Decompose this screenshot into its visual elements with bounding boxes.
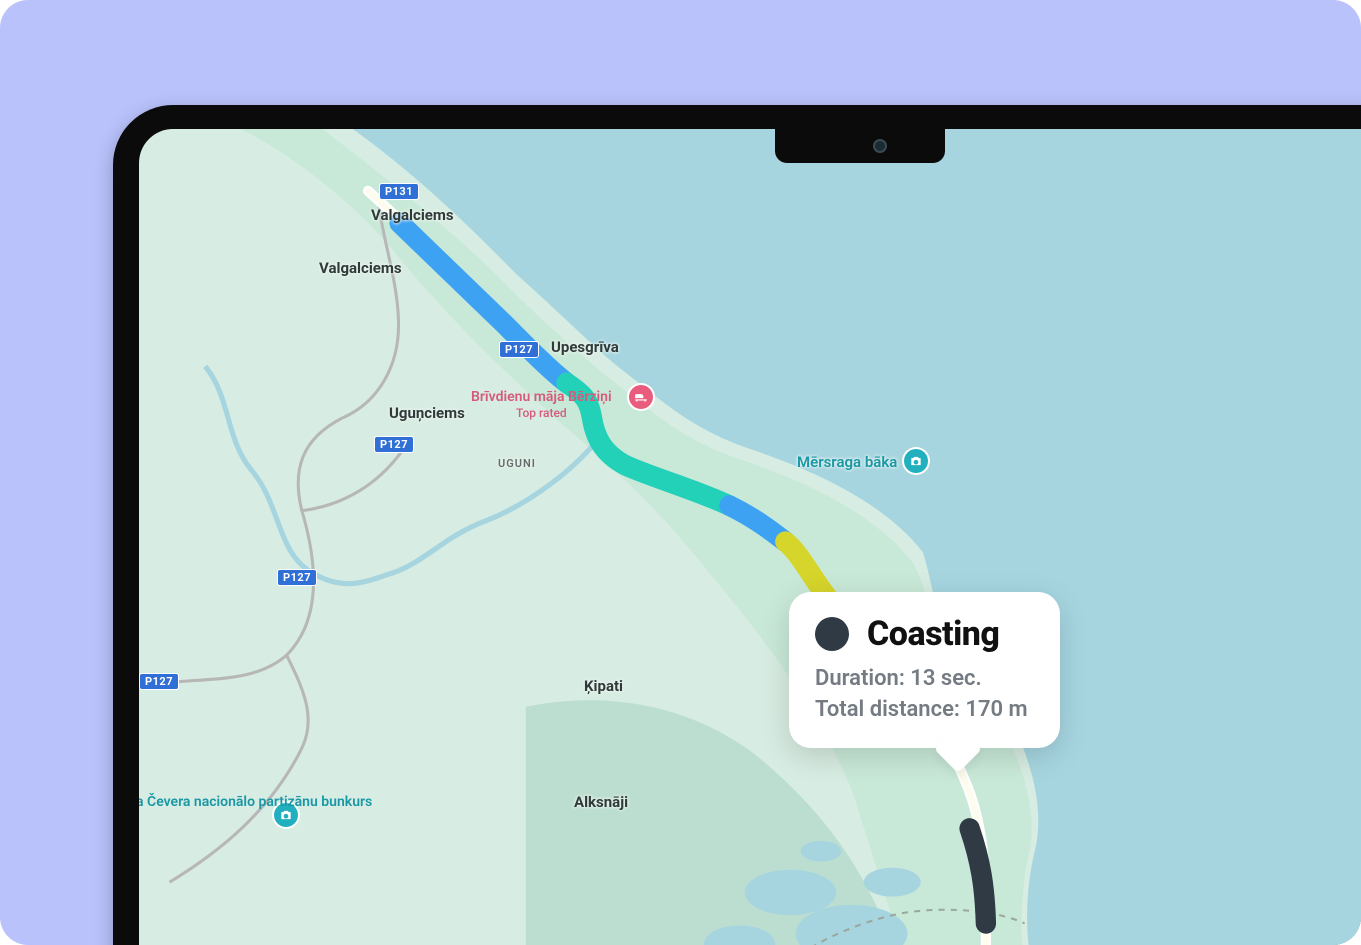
laptop-notch — [775, 129, 945, 163]
map-canvas[interactable] — [139, 129, 1361, 945]
tooltip-duration-value: 13 sec. — [910, 666, 981, 691]
label-ugunciems: Uguņciems — [389, 404, 465, 422]
label-uguni: UGUNI — [498, 457, 536, 470]
road-shield-p127-d: P127 — [139, 673, 179, 690]
tooltip-title: Coasting — [867, 614, 999, 654]
poi-brivdienu-sub: Top rated — [471, 406, 612, 420]
promo-frame: P131 P127 P127 P127 P127 Valgalciems Val… — [0, 0, 1361, 945]
tooltip-status-dot — [815, 617, 849, 651]
laptop-bezel: P131 P127 P127 P127 P127 Valgalciems Val… — [113, 105, 1361, 945]
road-shield-p127-c: P127 — [277, 569, 317, 586]
label-valgalciems-2: Valgalciems — [319, 259, 402, 277]
label-upesgriva: Upesgrīva — [551, 338, 619, 356]
bed-icon — [634, 390, 648, 404]
poi-brivdienu-title: Brīvdienu māja Bērziņi — [471, 389, 612, 405]
tooltip-distance-value: 170 m — [965, 697, 1027, 722]
route-tooltip: Coasting Duration: 13 sec. Total distanc… — [789, 592, 1060, 748]
label-valgalciems-1: Valgalciems — [371, 206, 454, 224]
road-shield-p127-a: P127 — [499, 341, 539, 358]
poi-brivdienu[interactable]: Brīvdienu māja Bērziņi Top rated — [471, 389, 612, 420]
camera-icon — [909, 454, 923, 468]
label-mersraga: Mērsraga bāka — [797, 453, 897, 471]
camera-icon — [873, 139, 887, 153]
tooltip-duration-label: Duration: — [815, 666, 905, 691]
poi-brivdienu-marker[interactable] — [629, 385, 653, 409]
tooltip-duration-line: Duration: 13 sec. — [815, 664, 1028, 695]
label-kipati: Ķipati — [584, 677, 623, 695]
poi-bunker-label: tera Čevera nacionālo partizānu bunkurs — [139, 794, 269, 811]
regional-roads — [139, 201, 404, 882]
road-shield-p127-b: P127 — [374, 436, 414, 453]
poi-mersraga-marker[interactable] — [904, 449, 928, 473]
map-viewport[interactable]: P131 P127 P127 P127 P127 Valgalciems Val… — [139, 129, 1361, 945]
tooltip-distance-label: Total distance: — [815, 697, 960, 722]
tooltip-distance-line: Total distance: 170 m — [815, 695, 1028, 726]
label-alksnaji: Alksnāji — [574, 793, 628, 811]
camera-icon — [279, 808, 293, 822]
road-shield-p131: P131 — [379, 183, 419, 200]
